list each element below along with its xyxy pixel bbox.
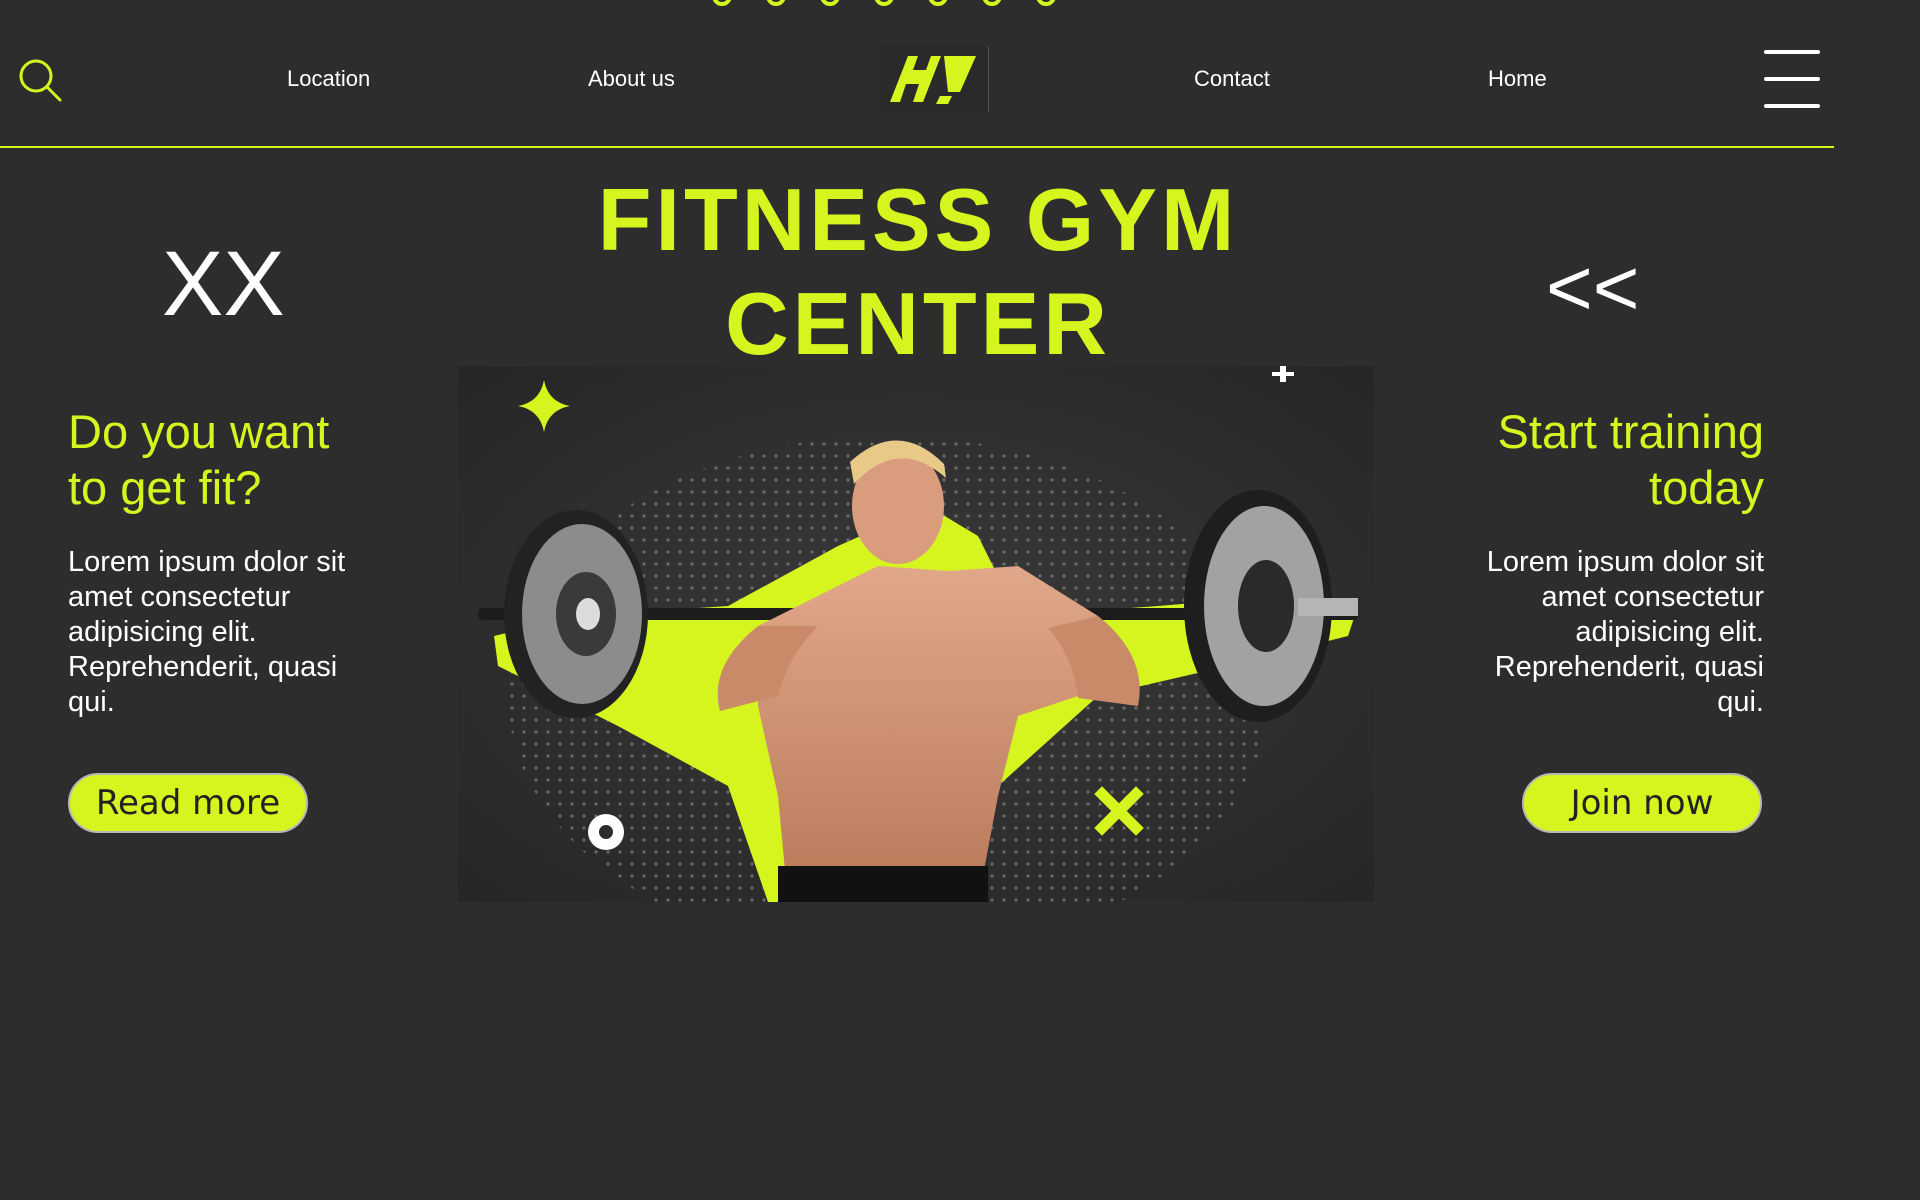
nav-link-location[interactable]: Location (287, 66, 370, 92)
read-more-button[interactable]: Read more (68, 773, 308, 833)
hero-image (458, 366, 1374, 902)
hamburger-menu-icon[interactable] (1764, 50, 1820, 108)
nav-link-home[interactable]: Home (1488, 66, 1547, 92)
search-icon[interactable] (18, 58, 62, 102)
title-line-1: FITNESS GYM (597, 170, 1239, 269)
right-description: Lorem ipsum dolor sit amet consectetur a… (1486, 546, 1764, 718)
title-line-2: CENTER (725, 274, 1111, 373)
brand-logo[interactable] (880, 46, 989, 112)
left-heading: Do you want to get fit? (68, 404, 388, 516)
weightlifter-illustration (458, 366, 1374, 902)
page-title: FITNESS GYM CENTER (520, 168, 1316, 376)
landing-page: Location About us Contact Home FITNESS G… (0, 0, 1920, 1200)
left-heading-line-2: to get fit? (68, 461, 262, 514)
decorative-mark-right: << (1546, 243, 1640, 332)
right-heading: Start training today (1450, 404, 1764, 516)
join-now-button[interactable]: Join now (1522, 773, 1762, 833)
decorative-mark-left: XX (162, 233, 285, 335)
nav-link-about-us[interactable]: About us (588, 66, 675, 92)
left-description: Lorem ipsum dolor sit amet consectetur a… (68, 546, 346, 718)
nav-link-contact[interactable]: Contact (1194, 66, 1270, 92)
site-header: Location About us Contact Home (0, 0, 1834, 148)
logo-icon (890, 56, 976, 104)
left-heading-line-1: Do you want (68, 405, 330, 458)
right-heading-line-1: Start training (1497, 405, 1764, 458)
right-heading-line-2: today (1649, 461, 1764, 514)
